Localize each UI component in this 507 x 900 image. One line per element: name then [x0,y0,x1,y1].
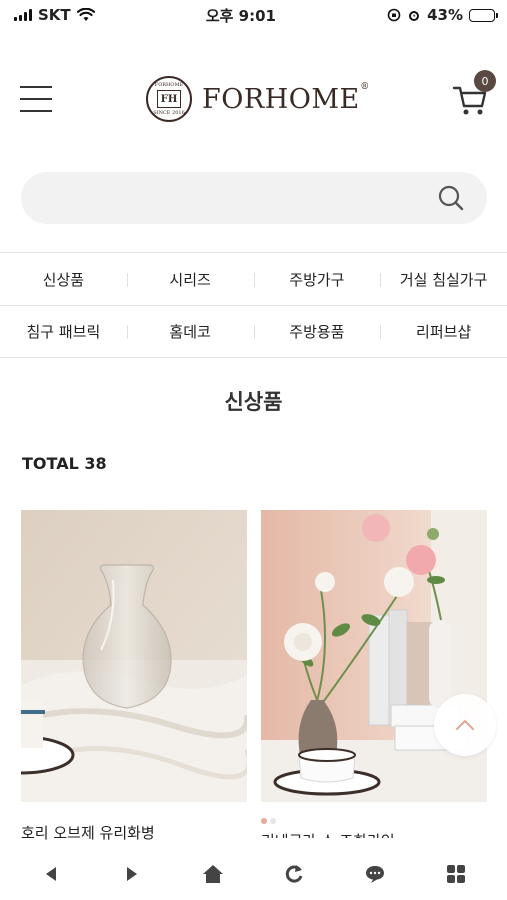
carousel-dot[interactable] [270,818,276,824]
carrier: SKT [38,6,71,24]
status-bar: SKT 오후 9:01 43% [0,0,507,30]
battery-icon [469,8,498,22]
arrow-right-icon [126,867,137,881]
category-kitchen-furniture[interactable]: 주방가구 [253,269,381,290]
carousel-dot-active[interactable] [261,818,267,824]
chat-icon [366,866,385,883]
logo-seal-icon: FORHOME FH SINCE 2016 [146,76,192,122]
page-title: 신상품 [224,390,283,414]
product-card[interactable]: 호리 오브제 유리화병 [0,510,252,843]
browser-toolbar [0,848,507,900]
chevron-up-icon [456,720,474,730]
product-image-flower-arrangement[interactable] [261,510,487,802]
search-icon[interactable] [437,184,465,212]
category-bedding-fabric[interactable]: 침구 패브릭 [0,321,127,342]
refresh-button[interactable] [273,853,315,895]
logo-text: FORHOME ® [202,81,370,115]
arrow-left-icon [45,867,56,881]
registered-mark: ® [360,81,370,92]
product-card[interactable]: 리네르라 스 조화라인 [261,510,487,838]
seal-initials: FH [157,90,181,108]
chat-button[interactable] [354,853,396,895]
back-button[interactable] [30,853,72,895]
home-icon [202,865,223,883]
logo[interactable]: FORHOME FH SINCE 2016 FORHOME ® [146,76,370,122]
refresh-icon [285,865,303,883]
cart-count-badge: 0 [474,70,496,92]
tabs-grid-button[interactable] [435,853,477,895]
grid-icon [447,865,466,883]
category-home-deco[interactable]: 홈데코 [126,321,254,342]
total-count: TOTAL 38 [22,454,107,473]
category-row-1: 신상품 시리즈 주방가구 거실 침실가구 [0,252,507,305]
header: FORHOME FH SINCE 2016 FORHOME ® 0 [0,56,507,146]
search-input[interactable] [21,172,421,224]
product-image-glass-vase[interactable] [0,510,252,802]
signal-icon [14,9,32,21]
category-living-bedroom-furniture[interactable]: 거실 침실가구 [380,269,507,290]
image-carousel-dots[interactable] [261,818,487,824]
seal-bottom-text: SINCE 2016 [153,110,185,116]
category-row-2: 침구 패브릭 홈데코 주방용품 리퍼브샵 [0,305,507,358]
category-series[interactable]: 시리즈 [126,269,254,290]
rotation-lock-icon [387,8,401,22]
battery-percent: 43% [427,6,463,24]
category-kitchenware[interactable]: 주방용품 [253,321,381,342]
clock: 오후 9:01 [205,6,276,25]
wifi-icon [76,8,95,21]
forward-button[interactable] [111,853,153,895]
search-bar [21,172,487,224]
category-refurb-shop[interactable]: 리퍼브샵 [380,321,507,342]
category-new[interactable]: 신상품 [0,269,127,290]
alarm-icon [409,11,420,21]
category-nav: 신상품 시리즈 주방가구 거실 침실가구 침구 패브릭 홈데코 주방용품 리퍼브… [0,252,507,358]
scroll-top-button[interactable] [434,694,496,756]
home-button[interactable] [192,853,234,895]
product-name[interactable]: 호리 오브제 유리화병 [21,822,247,843]
product-name[interactable]: 리네르라 스 조화라인 [261,830,487,838]
seal-top-text: FORHOME [154,82,184,88]
menu-icon[interactable] [20,86,52,112]
